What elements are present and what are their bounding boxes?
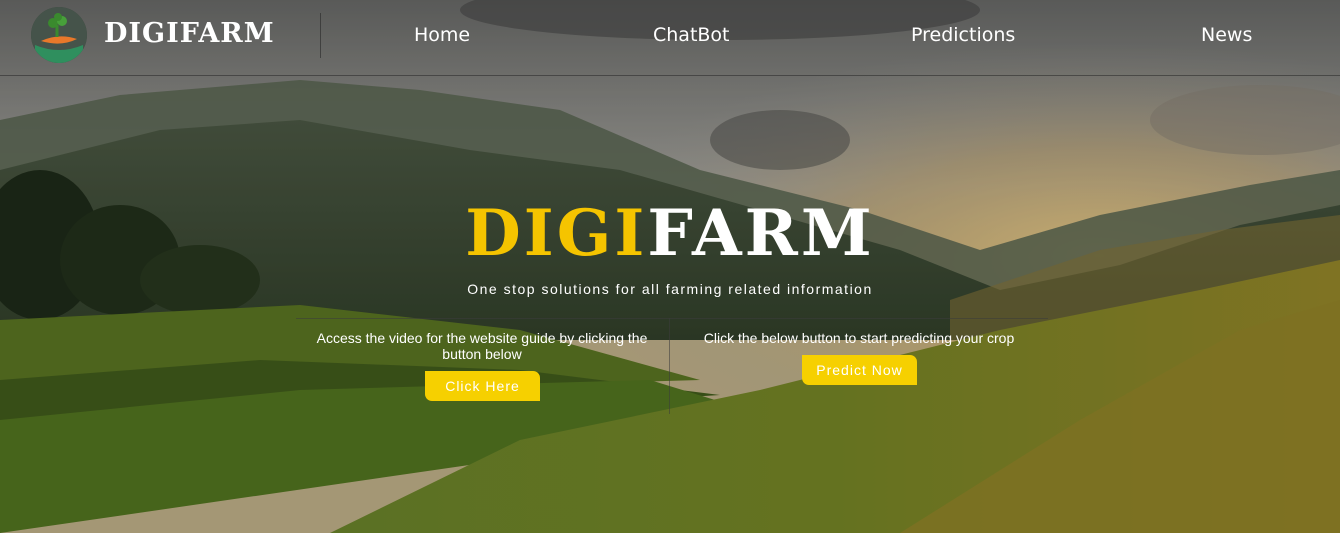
nav-news-link[interactable]: News bbox=[1201, 24, 1252, 46]
hero-horizontal-divider bbox=[296, 318, 1048, 319]
video-guide-text: Access the video for the website guide b… bbox=[316, 330, 648, 362]
nav-divider bbox=[320, 13, 321, 58]
brand-name[interactable]: DIGIFARM bbox=[104, 18, 275, 49]
predict-now-button[interactable]: Predict Now bbox=[802, 355, 917, 385]
nav-predictions-link[interactable]: Predictions bbox=[911, 24, 1015, 46]
predict-crop-text: Click the below button to start predicti… bbox=[703, 330, 1015, 346]
hero-vertical-divider bbox=[669, 318, 670, 414]
hero-title-rest: FARM bbox=[647, 196, 875, 271]
hero-title: DIGIFARM bbox=[0, 196, 1340, 271]
logo-icon[interactable] bbox=[31, 7, 87, 63]
click-here-button[interactable]: Click Here bbox=[425, 371, 540, 401]
navbar: DIGIFARM Home ChatBot Predictions News bbox=[0, 0, 1340, 76]
nav-chatbot-link[interactable]: ChatBot bbox=[653, 24, 730, 46]
hero-title-highlight: DIGI bbox=[465, 196, 648, 271]
hero-subtitle: One stop solutions for all farming relat… bbox=[467, 281, 873, 297]
nav-home-link[interactable]: Home bbox=[414, 24, 470, 46]
